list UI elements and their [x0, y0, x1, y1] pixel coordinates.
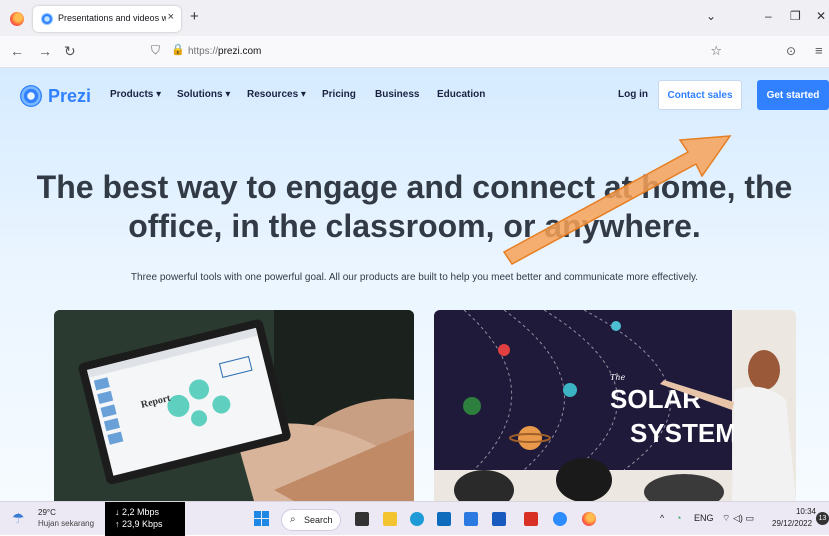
forward-icon[interactable]: → — [38, 43, 52, 59]
notification-badge[interactable]: 13 — [816, 512, 829, 525]
word-icon[interactable] — [492, 512, 506, 526]
tray-app-icon[interactable]: ◔ — [676, 513, 681, 523]
bookmark-star-icon[interactable]: ☆ — [710, 43, 722, 59]
web-page: Prezi Products ▾ Solutions ▾ Resources ▾… — [0, 68, 829, 501]
slide-title-system: SYSTEM — [630, 418, 737, 448]
new-tab-icon[interactable]: + — [190, 8, 199, 25]
clock-time[interactable]: 10:34 — [786, 507, 816, 516]
weather-temp[interactable]: 29°C — [38, 508, 56, 517]
taskbar-search-button[interactable]: ⌕ Search — [281, 509, 341, 531]
zoom-icon[interactable] — [553, 512, 567, 526]
nav-solutions[interactable]: Solutions ▾ — [177, 89, 230, 100]
taskbar-search-label: Search — [304, 515, 333, 525]
browser-tab-bar: Presentations and videos with a × + ⌄ – … — [0, 0, 829, 36]
browser-nav-bar: ← → ↻ ⛉ 🔒 https://prezi.com ☆ ⊙ ≡ — [0, 36, 829, 68]
clock-date[interactable]: 29/12/2022 — [772, 519, 812, 528]
tray-overflow-icon[interactable]: ^ — [660, 513, 664, 523]
firefox-logo-icon[interactable] — [10, 12, 24, 26]
address-bar[interactable]: ⛉ 🔒 https://prezi.com ☆ — [140, 40, 730, 64]
prezi-favicon-icon — [41, 13, 53, 25]
search-icon: ⌕ — [290, 514, 296, 525]
browser-tab[interactable]: Presentations and videos with a × — [33, 6, 181, 32]
download-speed: ↓ 2,2 Mbps — [115, 507, 160, 517]
task-view-icon[interactable] — [355, 512, 369, 526]
edge-browser-icon[interactable] — [410, 512, 424, 526]
window-close-icon[interactable]: ✕ — [816, 9, 826, 23]
pocket-icon[interactable]: ⊙ — [786, 44, 796, 58]
minimize-icon[interactable]: – — [765, 9, 772, 23]
weather-desc[interactable]: Hujan sekarang — [38, 519, 94, 528]
nav-resources[interactable]: Resources ▾ — [247, 89, 306, 100]
prezi-logo-icon — [20, 85, 42, 107]
app-menu-icon[interactable]: ≡ — [815, 43, 823, 58]
contact-sales-button[interactable]: Contact sales — [658, 80, 742, 110]
tab-close-icon[interactable]: × — [168, 11, 174, 23]
hero-subheadline: Three powerful tools with one powerful g… — [130, 272, 699, 283]
reload-icon[interactable]: ↻ — [64, 43, 76, 60]
windows-start-icon[interactable] — [254, 511, 270, 527]
annotation-arrow-icon — [502, 135, 732, 265]
app-l-icon[interactable] — [464, 512, 478, 526]
file-explorer-icon[interactable] — [383, 512, 397, 526]
nav-education[interactable]: Education — [437, 89, 485, 100]
laptop-illustration: Report — [54, 310, 414, 501]
nav-business[interactable]: Business — [375, 89, 419, 100]
maximize-icon[interactable]: ❐ — [790, 9, 801, 23]
classroom-illustration: The SOLAR SYSTEM — [434, 310, 796, 501]
nav-products[interactable]: Products ▾ — [110, 89, 161, 100]
url-domain: prezi.com — [218, 46, 262, 57]
prezi-logo-text: Prezi — [48, 85, 92, 106]
network-speed-widget: ↓ 2,2 Mbps ↑ 23,9 Kbps — [105, 502, 185, 536]
prezi-logo[interactable]: Prezi — [20, 84, 91, 108]
firefox-taskbar-icon[interactable] — [582, 512, 596, 526]
lock-icon[interactable]: 🔒 — [171, 43, 185, 56]
url-text: https://prezi.com — [188, 46, 261, 57]
upload-speed: ↑ 23,9 Kbps — [115, 519, 163, 529]
tab-title: Presentations and videos with a — [58, 13, 166, 23]
weather-rain-icon[interactable]: ☂ — [12, 510, 25, 527]
slide-small-the: The — [610, 373, 625, 382]
list-all-tabs-icon[interactable]: ⌄ — [706, 9, 716, 23]
nav-pricing[interactable]: Pricing — [322, 89, 356, 100]
get-started-button[interactable]: Get started — [757, 80, 829, 110]
wifi-volume-battery-icon[interactable]: ⌔ ◁) ▭ — [722, 513, 754, 524]
pdf-reader-icon[interactable] — [524, 512, 538, 526]
store-icon[interactable] — [437, 512, 451, 526]
url-prefix: https:// — [188, 46, 219, 57]
back-icon[interactable]: ← — [10, 43, 24, 59]
product-image-laptop[interactable]: Report — [54, 310, 414, 501]
log-in-link[interactable]: Log in — [618, 89, 648, 100]
taskbar: ☂ 29°C Hujan sekarang ↓ 2,2 Mbps ↑ 23,9 … — [0, 501, 829, 536]
tracking-shield-icon[interactable]: ⛉ — [151, 43, 160, 58]
language-indicator[interactable]: ENG — [694, 513, 714, 523]
product-image-classroom[interactable]: The SOLAR SYSTEM — [434, 310, 796, 501]
